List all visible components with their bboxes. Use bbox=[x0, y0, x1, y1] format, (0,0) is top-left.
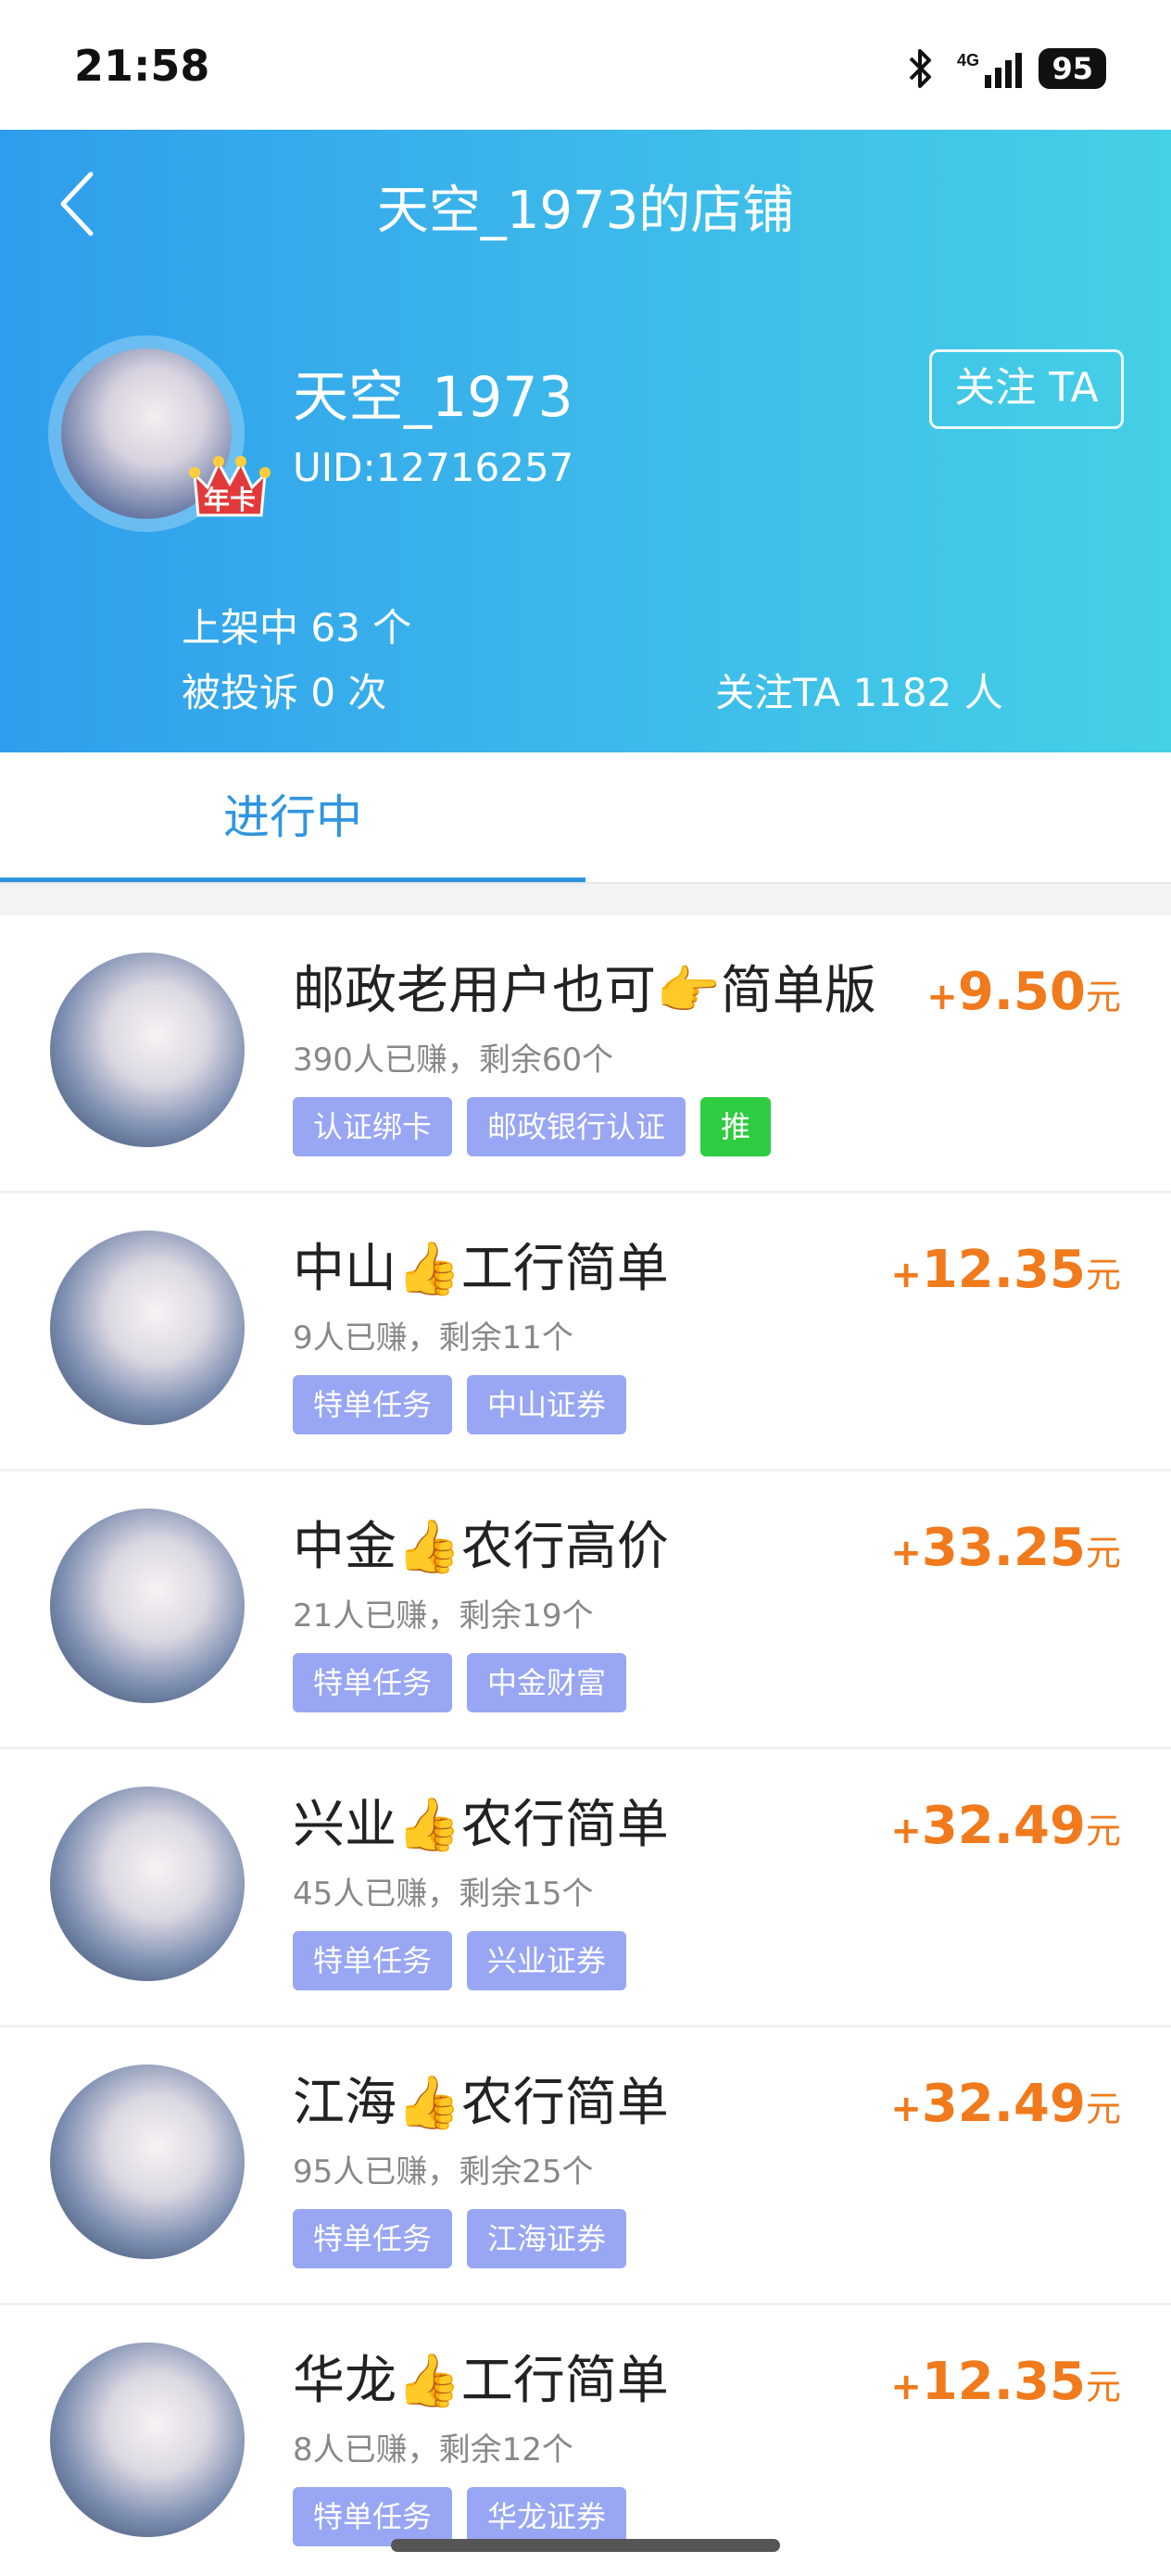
recommend-badge: 推 bbox=[700, 1097, 772, 1156]
reward-amount: 32.49 bbox=[921, 1796, 1086, 1856]
bluetooth-icon bbox=[910, 49, 932, 88]
annual-card-badge: 年卡 bbox=[187, 447, 272, 523]
task-stats: 8人已赚，剩余12个 bbox=[293, 2431, 573, 2469]
task-reward: +12.35元 bbox=[890, 2352, 1121, 2412]
reward-unit: 元 bbox=[1085, 977, 1121, 1017]
task-tags: 特单任务 兴业证券 bbox=[293, 1931, 627, 1990]
reward-sign: + bbox=[890, 2088, 922, 2130]
reward-unit: 元 bbox=[1085, 2089, 1121, 2129]
reward-sign: + bbox=[890, 1254, 922, 1296]
task-reward: +32.49元 bbox=[890, 1796, 1121, 1856]
tag: 兴业证券 bbox=[467, 1931, 627, 1990]
task-avatar bbox=[50, 1509, 245, 1703]
task-avatar bbox=[50, 2065, 245, 2259]
tab-bar: 进行中 bbox=[0, 752, 1171, 882]
reward-amount: 12.35 bbox=[921, 1240, 1086, 1300]
reward-unit: 元 bbox=[1085, 1255, 1121, 1295]
svg-text:4G: 4G bbox=[957, 51, 979, 69]
task-reward: +32.49元 bbox=[890, 2074, 1121, 2134]
task-stats: 21人已赚，剩余19个 bbox=[293, 1597, 594, 1635]
task-avatar bbox=[50, 2342, 245, 2537]
cellular-signal-icon: 4G bbox=[957, 51, 1023, 88]
tag: 特单任务 bbox=[293, 2487, 453, 2546]
task-title: 华龙👍工行简单 bbox=[293, 2351, 669, 2411]
tag: 邮政银行认证 bbox=[467, 1097, 686, 1156]
reward-amount: 12.35 bbox=[921, 2352, 1086, 2412]
reward-sign: + bbox=[890, 2366, 922, 2408]
home-indicator[interactable] bbox=[391, 2539, 780, 2552]
page-title: 天空_1973的店铺 bbox=[376, 181, 795, 241]
tag: 中金财富 bbox=[467, 1653, 627, 1712]
user-id: UID:12716257 bbox=[293, 445, 574, 490]
reward-sign: + bbox=[926, 976, 958, 1018]
task-stats: 9人已赚，剩余11个 bbox=[293, 1320, 573, 1357]
task-title: 中金👍农行高价 bbox=[293, 1517, 669, 1577]
username: 天空_1973 bbox=[293, 365, 573, 430]
tab-in-progress[interactable]: 进行中 bbox=[0, 752, 586, 882]
badge-label: 年卡 bbox=[203, 485, 256, 515]
reward-unit: 元 bbox=[1085, 1533, 1121, 1573]
reward-sign: + bbox=[890, 1810, 922, 1852]
reward-amount: 32.49 bbox=[921, 2074, 1086, 2134]
list-item[interactable]: 华龙👍工行简单 8人已赚，剩余12个 特单任务 华龙证券 +12.35元 bbox=[0, 2305, 1171, 2576]
status-icons: 4G 95 bbox=[905, 46, 1106, 91]
task-title: 江海👍农行简单 bbox=[293, 2073, 669, 2133]
tag: 中山证券 bbox=[467, 1375, 627, 1434]
task-title: 邮政老用户也可👉简单版 bbox=[293, 961, 876, 1021]
task-stats: 390人已赚，剩余60个 bbox=[293, 1042, 614, 1079]
task-list: 邮政老用户也可👉简单版 390人已赚，剩余60个 认证绑卡 邮政银行认证 推 +… bbox=[0, 915, 1171, 2576]
tag: 江海证券 bbox=[467, 2209, 627, 2268]
task-avatar bbox=[50, 953, 245, 1147]
task-tags: 特单任务 中山证券 bbox=[293, 1375, 627, 1434]
avatar[interactable]: 年卡 bbox=[48, 335, 271, 532]
list-item[interactable]: 中山👍工行简单 9人已赚，剩余11个 特单任务 中山证券 +12.35元 bbox=[0, 1193, 1171, 1471]
follow-button[interactable]: 关注 TA bbox=[929, 349, 1124, 429]
task-reward: +33.25元 bbox=[890, 1518, 1121, 1578]
reward-unit: 元 bbox=[1085, 2367, 1121, 2407]
battery-indicator: 95 bbox=[1039, 48, 1106, 89]
section-divider bbox=[0, 882, 1171, 915]
tag: 认证绑卡 bbox=[293, 1097, 453, 1156]
task-tags: 特单任务 华龙证券 bbox=[293, 2487, 627, 2546]
task-tags: 特单任务 江海证券 bbox=[293, 2209, 627, 2268]
task-stats: 45人已赚，剩余15个 bbox=[293, 1875, 594, 1913]
tag: 特单任务 bbox=[293, 2209, 453, 2268]
task-title: 中山👍工行简单 bbox=[293, 1239, 669, 1299]
reward-unit: 元 bbox=[1085, 1811, 1121, 1851]
list-item[interactable]: 兴业👍农行简单 45人已赚，剩余15个 特单任务 兴业证券 +32.49元 bbox=[0, 1749, 1171, 2027]
tag: 特单任务 bbox=[293, 1653, 453, 1712]
complaint-count: 被投诉 0 次 bbox=[182, 670, 387, 715]
task-tags: 认证绑卡 邮政银行认证 推 bbox=[293, 1097, 772, 1156]
task-avatar bbox=[50, 1231, 245, 1425]
listed-count: 上架中 63 个 bbox=[182, 605, 412, 650]
follower-count: 关注TA 1182 人 bbox=[715, 670, 1003, 715]
clock: 21:58 bbox=[74, 41, 210, 91]
list-item[interactable]: 邮政老用户也可👉简单版 390人已赚，剩余60个 认证绑卡 邮政银行认证 推 +… bbox=[0, 915, 1171, 1193]
list-item[interactable]: 江海👍农行简单 95人已赚，剩余25个 特单任务 江海证券 +32.49元 bbox=[0, 2027, 1171, 2305]
task-avatar bbox=[50, 1787, 245, 1981]
reward-amount: 33.25 bbox=[921, 1518, 1086, 1578]
task-stats: 95人已赚，剩余25个 bbox=[293, 2153, 594, 2191]
list-item[interactable]: 中金👍农行高价 21人已赚，剩余19个 特单任务 中金财富 +33.25元 bbox=[0, 1471, 1171, 1749]
reward-sign: + bbox=[890, 1532, 922, 1574]
task-tags: 特单任务 中金财富 bbox=[293, 1653, 627, 1712]
task-reward: +12.35元 bbox=[890, 1240, 1121, 1300]
task-title: 兴业👍农行简单 bbox=[293, 1795, 669, 1855]
shop-header: 天空_1973的店铺 年卡 天空_1973 UID:12716257 关注 TA… bbox=[0, 130, 1171, 752]
tag: 华龙证券 bbox=[467, 2487, 627, 2546]
tag: 特单任务 bbox=[293, 1375, 453, 1434]
status-bar: 21:58 4G 95 bbox=[0, 0, 1171, 130]
tag: 特单任务 bbox=[293, 1931, 453, 1990]
task-reward: +9.50元 bbox=[926, 962, 1121, 1022]
reward-amount: 9.50 bbox=[957, 962, 1086, 1022]
